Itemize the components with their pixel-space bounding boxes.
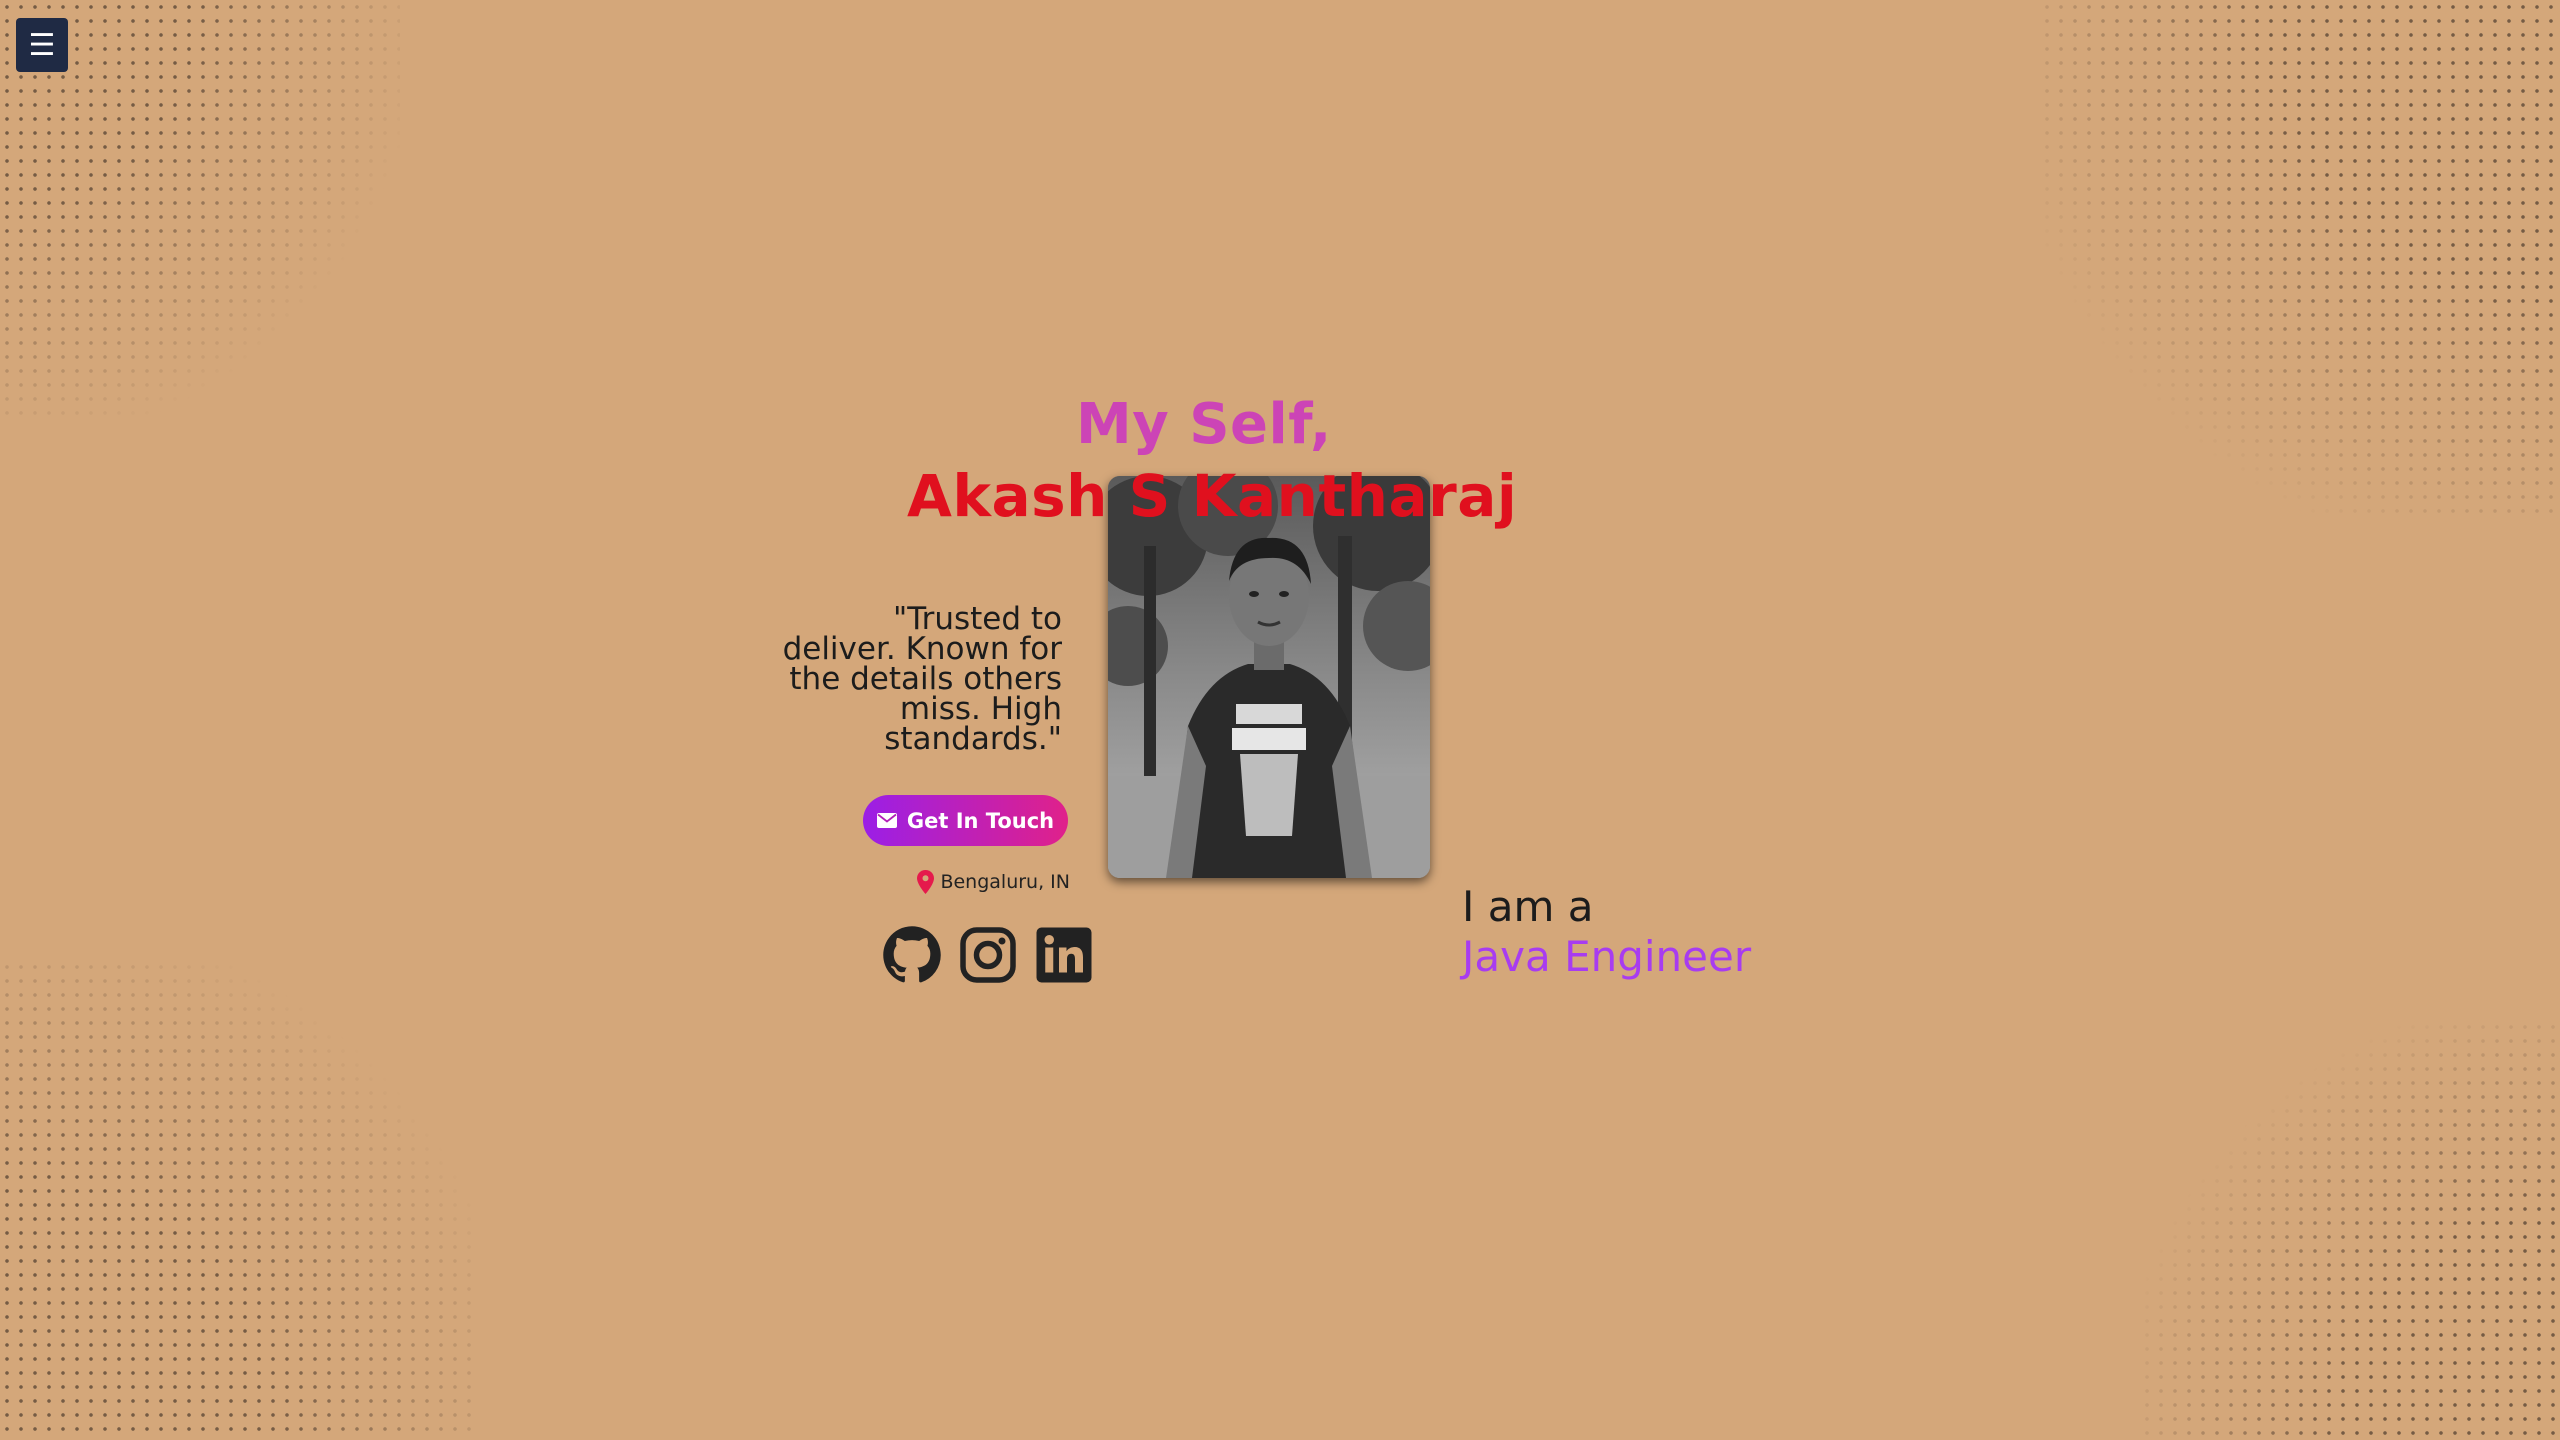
profile-photo-image — [1108, 476, 1430, 878]
dot-pattern-top-right — [2040, 0, 2560, 520]
linkedin-icon — [1036, 927, 1092, 983]
github-icon — [883, 926, 941, 983]
instagram-link[interactable] — [958, 925, 1018, 985]
greeting-heading: My Self, — [1076, 392, 1332, 457]
name-heading: Akash S Kantharaj — [907, 462, 1518, 530]
get-in-touch-label: Get In Touch — [906, 808, 1055, 833]
linkedin-link[interactable] — [1034, 925, 1094, 985]
hamburger-menu-icon: ☰ — [28, 27, 56, 63]
typing-prefix: I am a — [1462, 882, 1594, 931]
map-pin-icon — [917, 870, 935, 894]
instagram-icon — [960, 927, 1016, 983]
menu-button[interactable]: ☰ — [16, 18, 68, 72]
social-links — [882, 925, 1094, 985]
envelope-icon — [876, 813, 897, 828]
location: Bengaluru, IN — [912, 870, 1070, 894]
get-in-touch-button[interactable]: Get In Touch — [863, 795, 1068, 846]
tagline-quote: "Trusted to deliver. Known for the detai… — [782, 601, 1062, 757]
profile-photo — [1108, 476, 1430, 878]
location-text: Bengaluru, IN — [940, 871, 1070, 893]
dot-pattern-bottom-right — [2140, 1020, 2560, 1440]
github-link[interactable] — [882, 925, 942, 985]
dot-pattern-bottom-left — [0, 960, 480, 1440]
typing-role: Java Engineer — [1462, 932, 1752, 981]
